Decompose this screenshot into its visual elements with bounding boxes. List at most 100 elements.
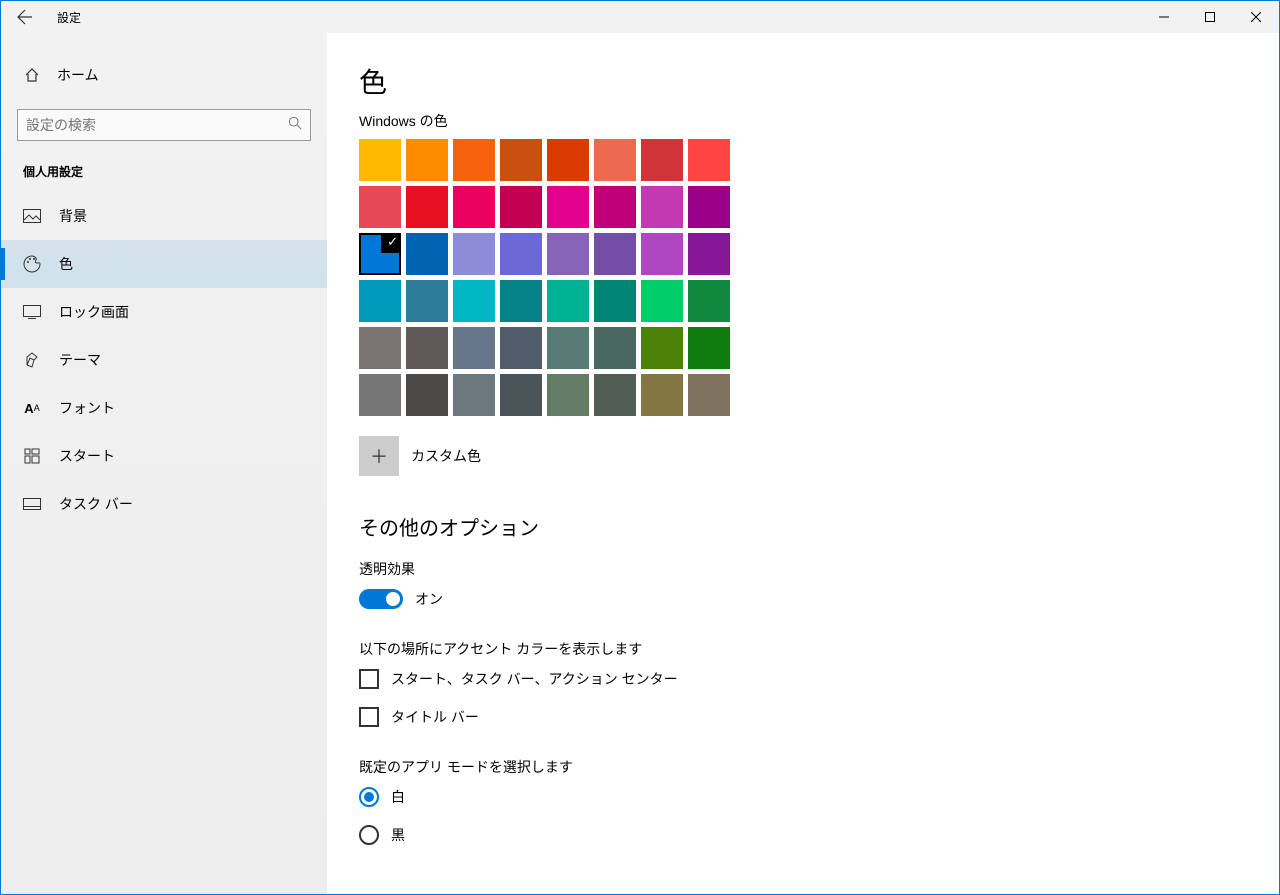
color-swatch[interactable] [547,233,589,275]
color-swatch[interactable] [688,280,730,322]
maximize-button[interactable] [1187,1,1233,33]
minimize-icon [1159,12,1169,22]
sidebar-item-label: 色 [59,254,73,274]
color-swatch[interactable] [594,327,636,369]
color-grid: ✓ [359,139,730,416]
sidebar-item-themes[interactable]: テーマ [1,336,327,384]
color-swatch[interactable] [500,233,542,275]
window-controls [1141,1,1279,33]
checkbox-label: スタート、タスク バー、アクション センター [391,669,678,689]
color-swatch[interactable] [359,139,401,181]
sidebar-item-label: フォント [59,398,115,418]
radio-dark[interactable] [359,825,379,845]
color-swatch[interactable] [641,139,683,181]
sidebar: ホーム 個人用設定 背景 色 ロック画面 テーマ AA フォント ス [1,33,327,894]
color-swatch[interactable] [594,186,636,228]
color-swatch[interactable] [547,139,589,181]
color-swatch[interactable] [688,327,730,369]
color-swatch[interactable] [688,139,730,181]
color-swatch[interactable] [359,374,401,416]
transparency-toggle[interactable] [359,589,403,609]
transparency-label: 透明効果 [359,559,1247,579]
plus-icon: ＋ [370,443,388,469]
home-link[interactable]: ホーム [1,53,327,97]
custom-color-button[interactable]: ＋ [359,436,399,476]
color-swatch[interactable] [406,233,448,275]
checkbox-titlebar[interactable] [359,707,379,727]
back-button[interactable] [1,1,49,33]
color-swatch[interactable] [359,280,401,322]
color-swatch[interactable] [688,374,730,416]
color-swatch[interactable] [500,327,542,369]
sidebar-item-lockscreen[interactable]: ロック画面 [1,288,327,336]
window-title: 設定 [57,9,81,26]
sidebar-item-fonts[interactable]: AA フォント [1,384,327,432]
color-swatch[interactable] [641,280,683,322]
color-swatch[interactable] [453,139,495,181]
color-swatch[interactable] [500,186,542,228]
color-swatch[interactable] [594,374,636,416]
color-swatch[interactable] [500,280,542,322]
color-swatch[interactable] [547,374,589,416]
color-swatch[interactable] [453,327,495,369]
color-swatch[interactable] [547,327,589,369]
sidebar-item-background[interactable]: 背景 [1,192,327,240]
color-swatch[interactable] [406,374,448,416]
color-swatch[interactable] [406,139,448,181]
search-icon [288,116,302,135]
color-swatch[interactable] [547,186,589,228]
minimize-button[interactable] [1141,1,1187,33]
color-swatch[interactable] [641,374,683,416]
color-swatch[interactable] [641,327,683,369]
color-swatch[interactable] [406,280,448,322]
content-area: 色 Windows の色 ✓ ＋ カスタム色 その他のオプション 透明効果 オン… [327,33,1279,894]
close-button[interactable] [1233,1,1279,33]
checkbox-label: タイトル バー [391,707,479,727]
color-swatch[interactable] [453,186,495,228]
color-swatch[interactable] [453,280,495,322]
radio-label: 白 [391,787,405,807]
palette-icon [23,255,41,273]
color-swatch[interactable] [453,374,495,416]
color-swatch[interactable] [500,139,542,181]
sidebar-item-label: ロック画面 [59,302,129,322]
taskbar-icon [23,495,41,513]
other-options-heading: その他のオプション [359,512,1247,541]
close-icon [1251,12,1261,22]
custom-color-row: ＋ カスタム色 [359,436,1247,476]
sidebar-item-label: 背景 [59,206,87,226]
sidebar-item-taskbar[interactable]: タスク バー [1,480,327,528]
sidebar-item-start[interactable]: スタート [1,432,327,480]
color-swatch[interactable] [641,186,683,228]
color-swatch[interactable] [547,280,589,322]
checkbox-start-taskbar[interactable] [359,669,379,689]
check-icon: ✓ [387,234,398,250]
color-swatch[interactable] [406,327,448,369]
color-swatch[interactable] [359,186,401,228]
sidebar-item-colors[interactable]: 色 [1,240,327,288]
color-swatch[interactable] [594,233,636,275]
lockscreen-icon [23,303,41,321]
color-swatch[interactable] [594,139,636,181]
color-swatch[interactable] [688,233,730,275]
color-swatch[interactable] [641,233,683,275]
custom-color-label: カスタム色 [411,446,481,466]
font-icon: AA [23,399,41,417]
radio-label: 黒 [391,825,405,845]
search-box[interactable] [17,109,311,141]
sidebar-item-label: タスク バー [59,494,133,514]
color-swatch[interactable] [594,280,636,322]
color-swatch[interactable] [688,186,730,228]
home-icon [23,66,41,84]
toggle-state: オン [415,589,443,609]
color-swatch[interactable] [406,186,448,228]
image-icon [23,207,41,225]
search-input[interactable] [26,117,288,133]
color-swatch[interactable] [453,233,495,275]
color-swatch[interactable]: ✓ [359,233,401,275]
color-swatch[interactable] [359,327,401,369]
color-swatch[interactable] [500,374,542,416]
radio-light[interactable] [359,787,379,807]
arrow-left-icon [17,9,33,25]
app-mode-label: 既定のアプリ モードを選択します [359,757,1247,777]
